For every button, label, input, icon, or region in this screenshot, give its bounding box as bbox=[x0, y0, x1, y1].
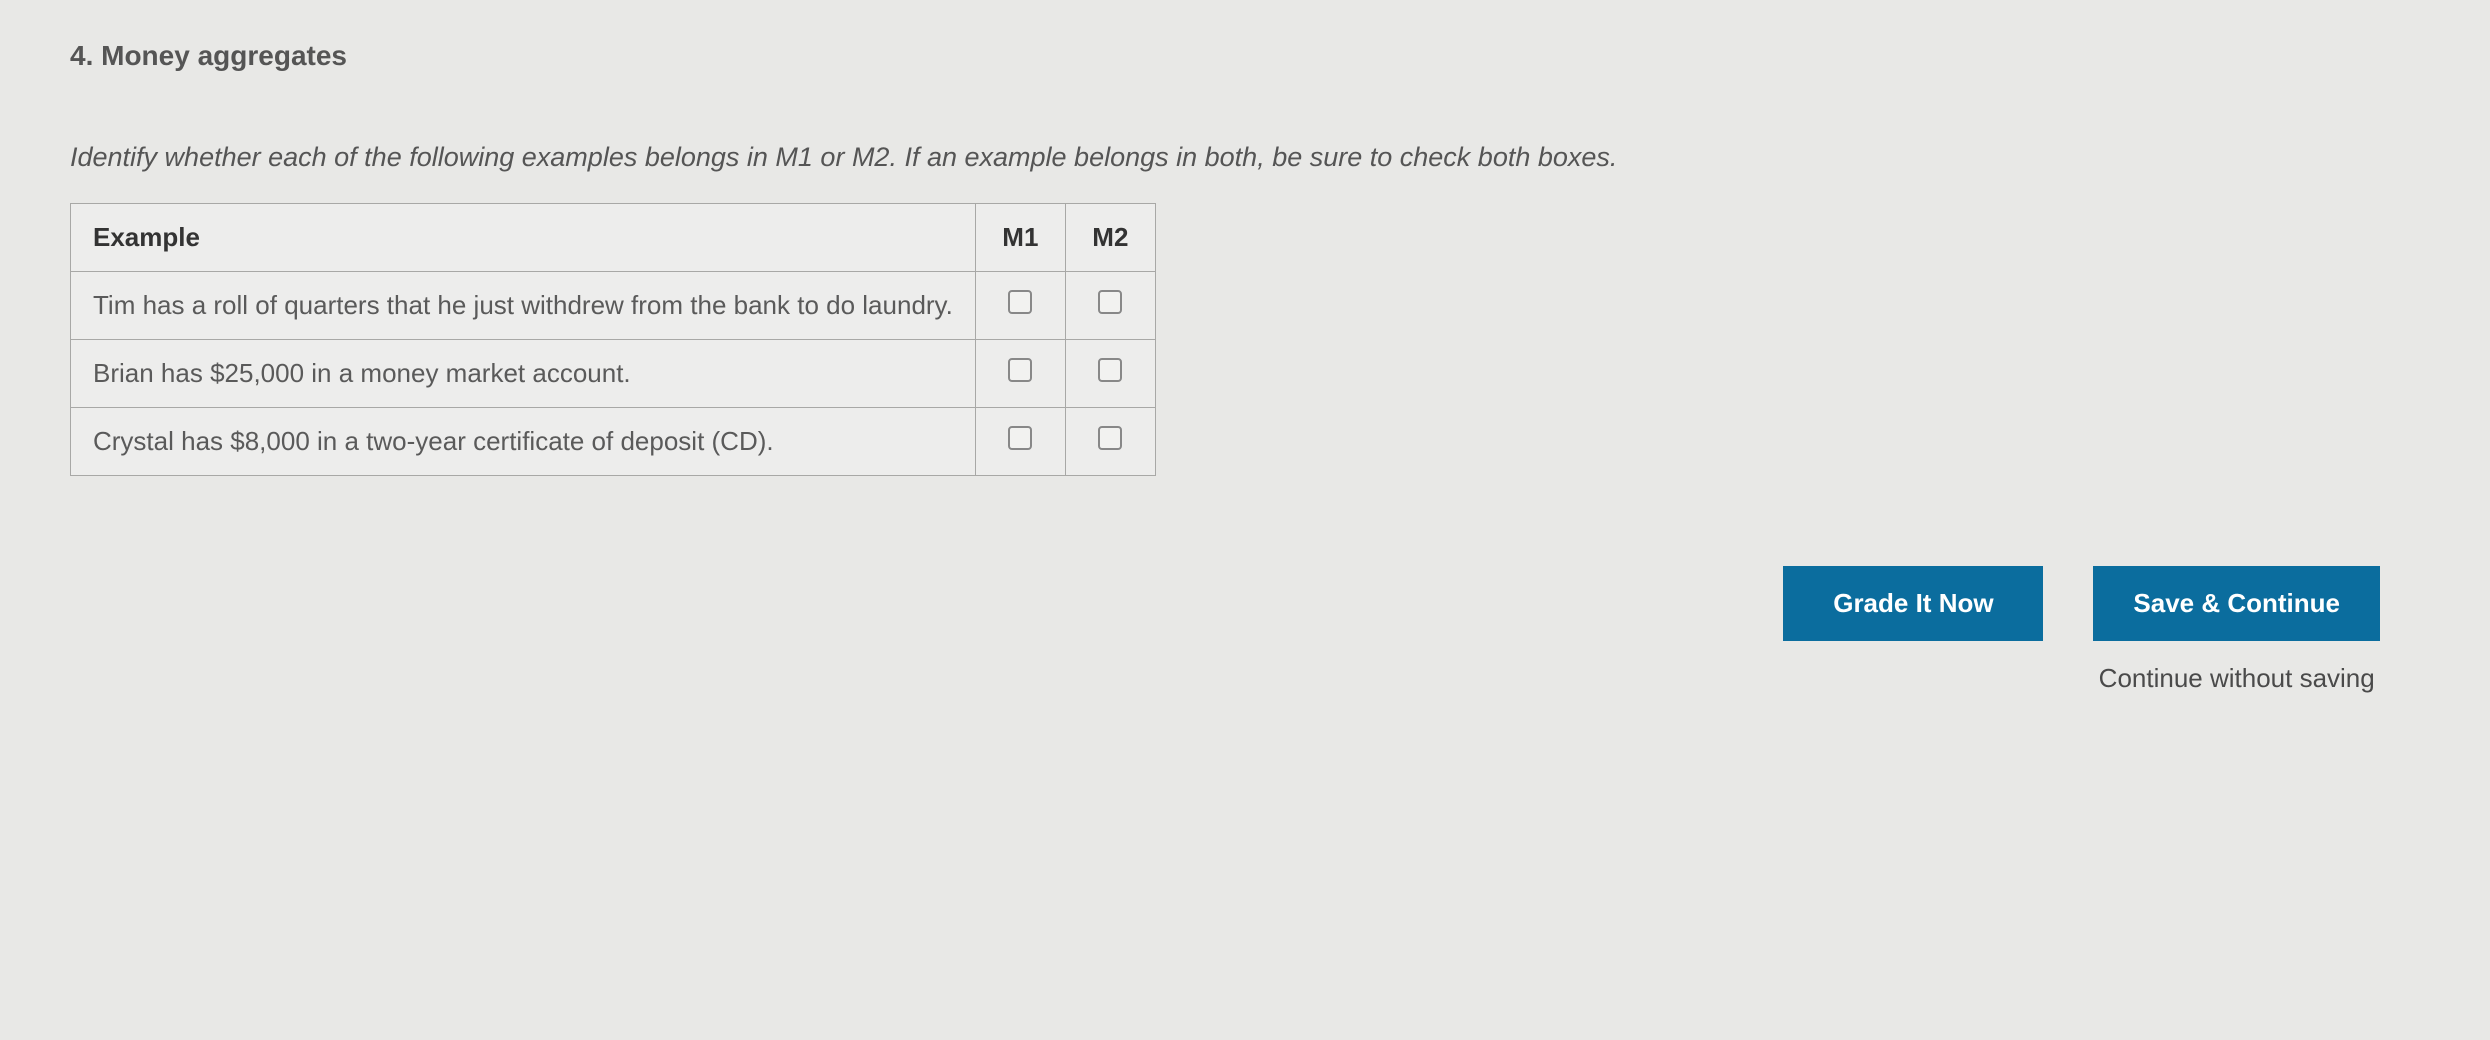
grade-button[interactable]: Grade It Now bbox=[1783, 566, 2043, 641]
question-instructions: Identify whether each of the following e… bbox=[70, 142, 2420, 173]
continue-without-saving-link[interactable]: Continue without saving bbox=[2099, 663, 2375, 694]
header-example: Example bbox=[71, 204, 976, 272]
action-area: Grade It Now Save & Continue Continue wi… bbox=[70, 566, 2420, 694]
checkbox-row1-m1[interactable] bbox=[1008, 290, 1032, 314]
save-continue-button[interactable]: Save & Continue bbox=[2093, 566, 2380, 641]
checkbox-row2-m2[interactable] bbox=[1098, 358, 1122, 382]
header-m2: M2 bbox=[1065, 204, 1155, 272]
checkbox-row2-m1[interactable] bbox=[1008, 358, 1032, 382]
checkbox-row3-m1[interactable] bbox=[1008, 426, 1032, 450]
example-text: Crystal has $8,000 in a two-year certifi… bbox=[71, 408, 976, 476]
table-row: Crystal has $8,000 in a two-year certifi… bbox=[71, 408, 1156, 476]
table-row: Brian has $25,000 in a money market acco… bbox=[71, 340, 1156, 408]
example-text: Tim has a roll of quarters that he just … bbox=[71, 272, 976, 340]
checkbox-row3-m2[interactable] bbox=[1098, 426, 1122, 450]
question-table: Example M1 M2 Tim has a roll of quarters… bbox=[70, 203, 1156, 476]
question-title: 4. Money aggregates bbox=[70, 40, 2420, 72]
table-row: Tim has a roll of quarters that he just … bbox=[71, 272, 1156, 340]
checkbox-row1-m2[interactable] bbox=[1098, 290, 1122, 314]
header-m1: M1 bbox=[975, 204, 1065, 272]
example-text: Brian has $25,000 in a money market acco… bbox=[71, 340, 976, 408]
